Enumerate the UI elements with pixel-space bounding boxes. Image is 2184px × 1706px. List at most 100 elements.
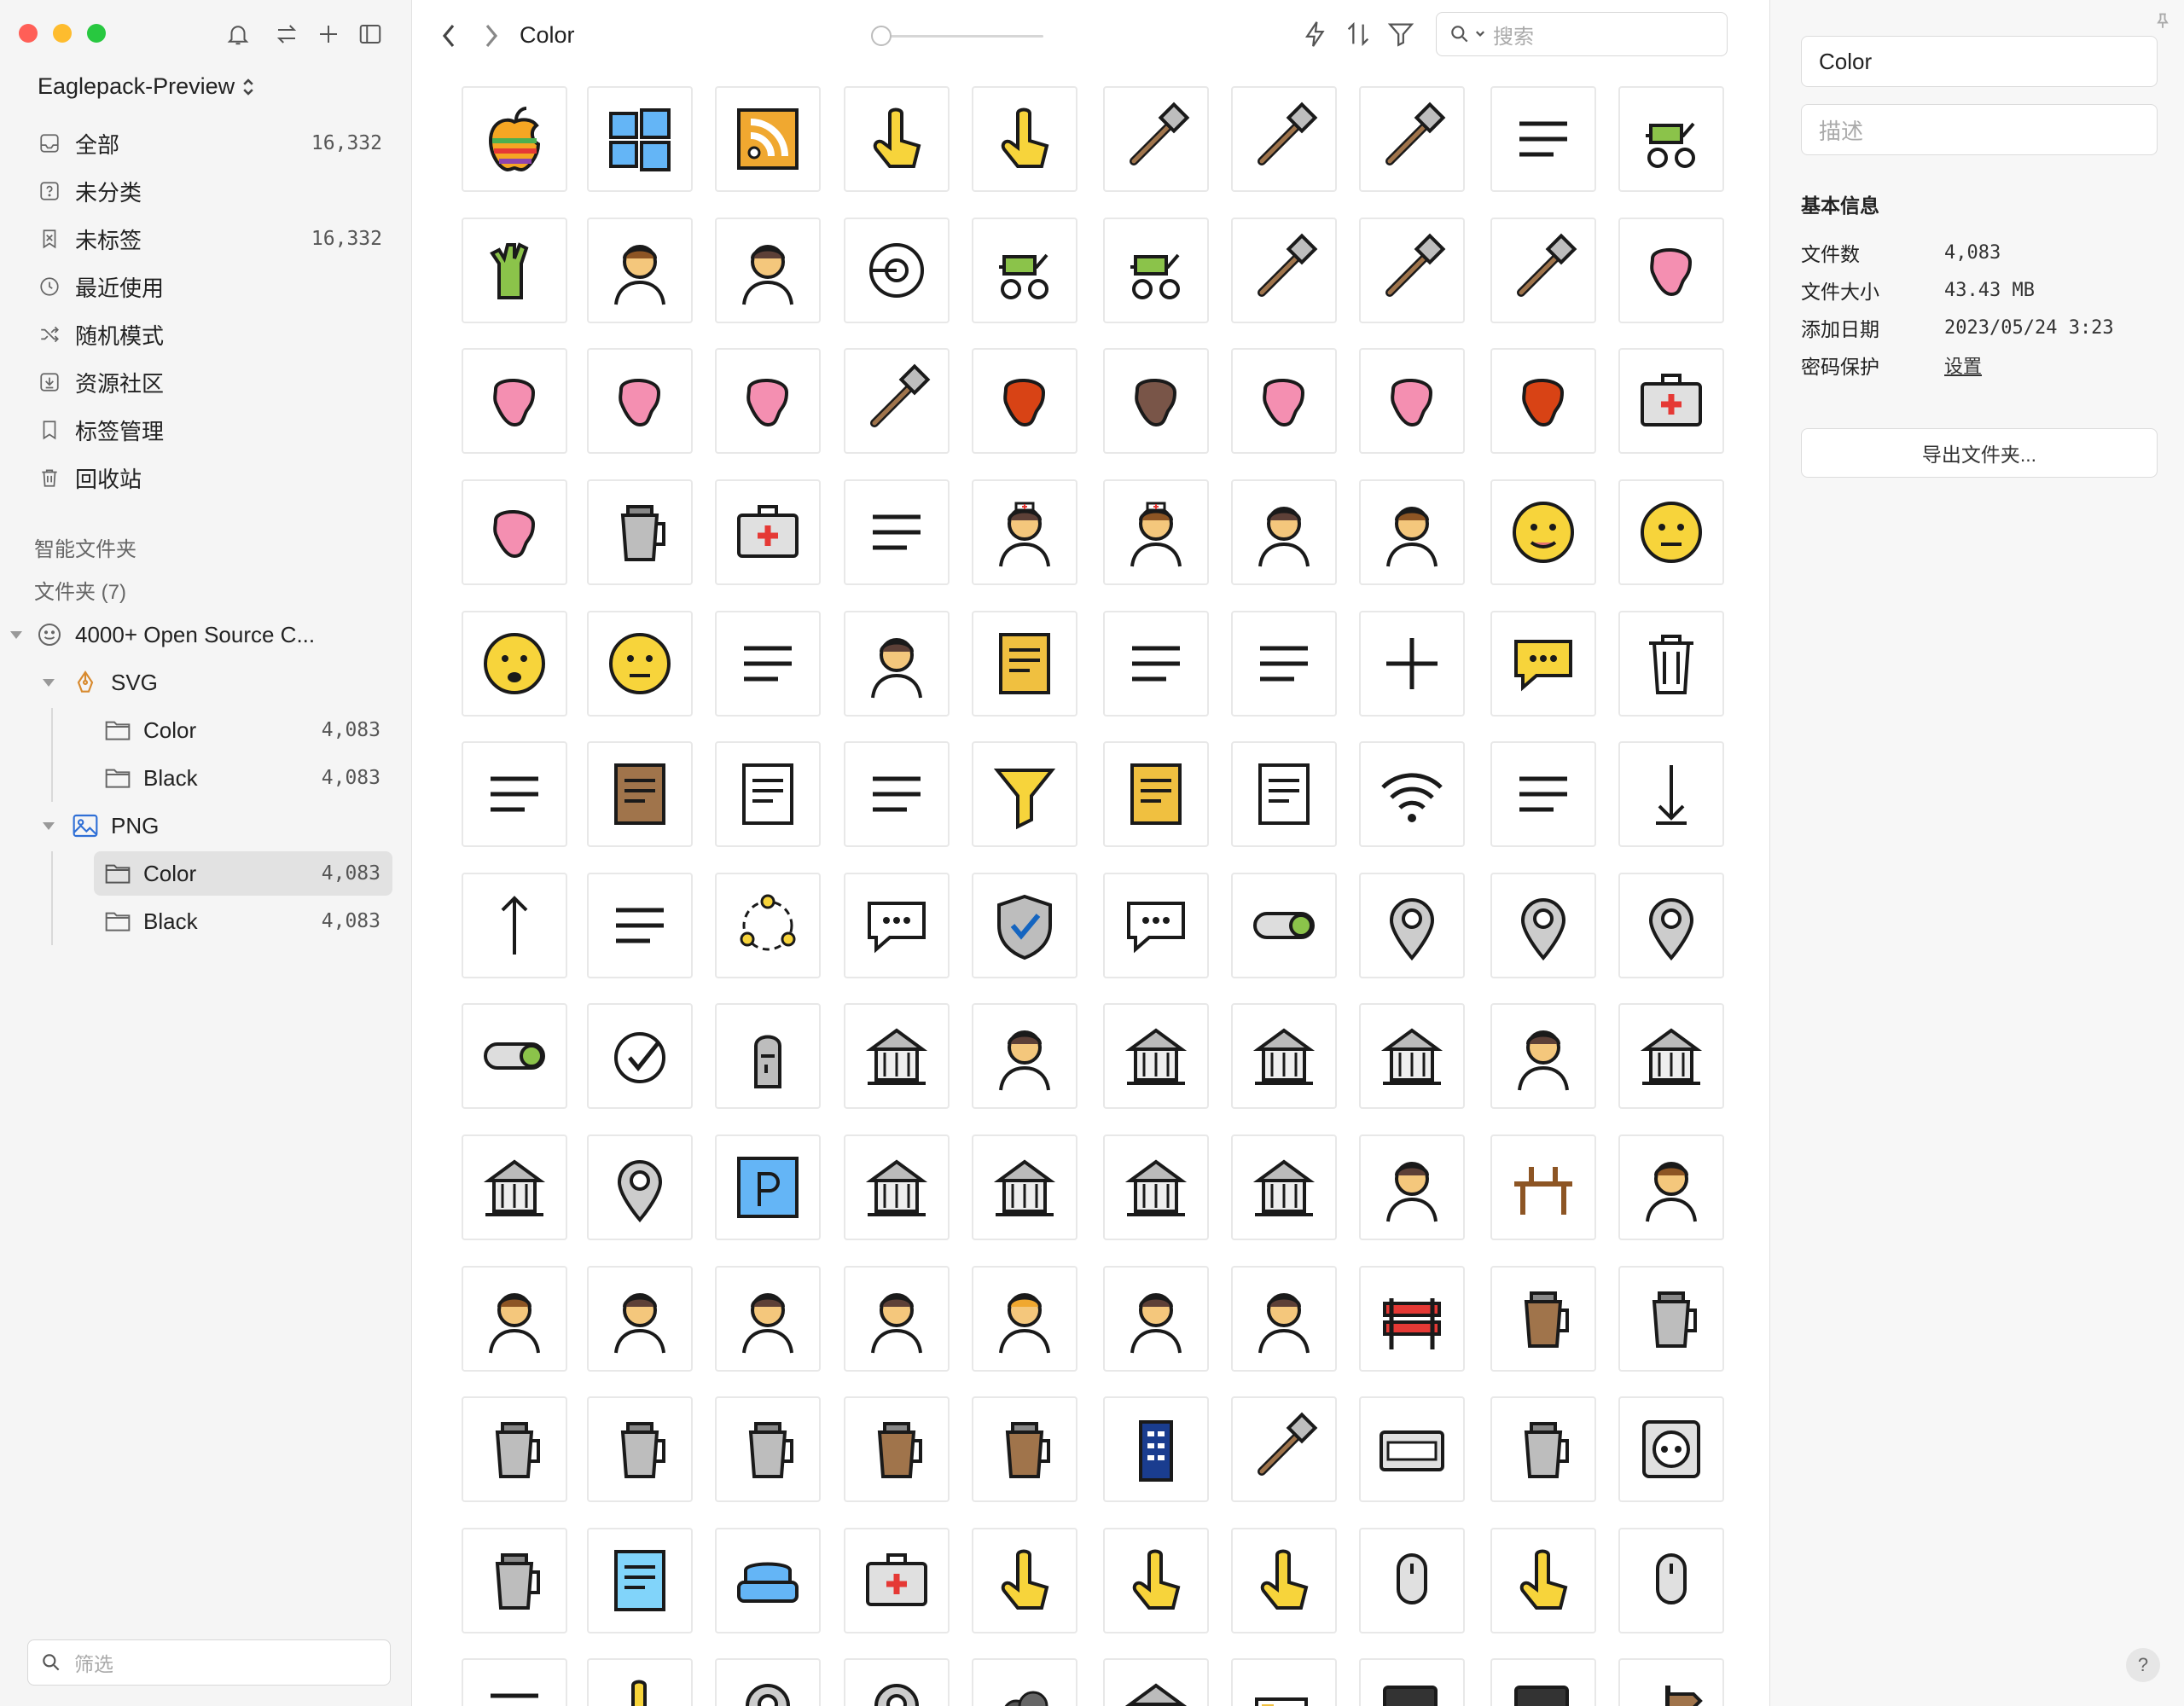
asset-tile[interactable] xyxy=(1231,1134,1337,1240)
asset-tile[interactable] xyxy=(1618,872,1725,978)
asset-tile[interactable] xyxy=(1102,217,1209,323)
asset-tile[interactable] xyxy=(1102,1003,1209,1110)
asset-tile[interactable] xyxy=(843,741,950,848)
asset-tile[interactable] xyxy=(1618,1527,1725,1633)
asset-tile[interactable] xyxy=(1490,1265,1596,1372)
asset-tile[interactable] xyxy=(1359,1527,1466,1633)
asset-tile[interactable] xyxy=(715,1134,822,1240)
asset-tile[interactable] xyxy=(1490,1658,1596,1706)
asset-tile[interactable] xyxy=(1359,348,1466,455)
nav-item-random[interactable]: 随机模式 xyxy=(36,312,382,357)
asset-tile[interactable] xyxy=(843,1527,950,1633)
tree-folder-svg-black[interactable]: Black 4,083 xyxy=(104,756,380,800)
asset-tile[interactable] xyxy=(1102,1396,1209,1503)
zoom-slider-handle[interactable] xyxy=(871,26,892,46)
minimize-window-button[interactable] xyxy=(53,24,72,43)
asset-tile[interactable] xyxy=(1618,217,1725,323)
expand-caret-icon[interactable] xyxy=(43,822,55,830)
lightning-icon[interactable] xyxy=(1301,19,1330,49)
nav-item-trash[interactable]: 回收站 xyxy=(36,456,382,500)
asset-tile[interactable] xyxy=(1359,1265,1466,1372)
asset-tile[interactable] xyxy=(1231,86,1337,193)
password-settings-link[interactable]: 设置 xyxy=(1944,351,1982,379)
asset-tile[interactable] xyxy=(1359,872,1466,978)
asset-tile[interactable] xyxy=(1231,1658,1337,1706)
asset-tile[interactable] xyxy=(1359,610,1466,717)
asset-tile[interactable] xyxy=(843,1003,950,1110)
nav-item-uncategorized[interactable]: 未分类 xyxy=(36,169,382,213)
asset-tile[interactable] xyxy=(1102,479,1209,585)
asset-tile[interactable] xyxy=(586,86,693,193)
asset-tile[interactable] xyxy=(1359,741,1466,848)
asset-tile[interactable] xyxy=(715,741,822,848)
asset-tile[interactable] xyxy=(1102,872,1209,978)
asset-tile[interactable] xyxy=(972,1527,1077,1633)
asset-tile[interactable] xyxy=(715,610,822,717)
nav-item-recent[interactable]: 最近使用 xyxy=(36,264,382,309)
asset-tile[interactable] xyxy=(1231,741,1337,848)
library-switcher[interactable]: Eaglepack-Preview xyxy=(38,73,255,100)
asset-tile[interactable] xyxy=(843,1134,950,1240)
asset-tile[interactable] xyxy=(461,1265,567,1372)
asset-tile[interactable] xyxy=(972,86,1077,193)
asset-tile[interactable] xyxy=(1490,479,1596,585)
asset-tile[interactable] xyxy=(972,1658,1077,1706)
asset-tile[interactable] xyxy=(972,610,1077,717)
add-icon[interactable] xyxy=(311,17,346,51)
asset-tile[interactable] xyxy=(1490,1003,1596,1110)
asset-tile[interactable] xyxy=(1102,610,1209,717)
asset-tile[interactable] xyxy=(586,1134,693,1240)
bell-icon[interactable] xyxy=(221,17,255,51)
pin-icon[interactable] xyxy=(2156,12,2169,29)
asset-tile[interactable] xyxy=(972,872,1077,978)
asset-tile[interactable] xyxy=(461,479,567,585)
asset-tile[interactable] xyxy=(1490,1396,1596,1503)
asset-tile[interactable] xyxy=(1102,1658,1209,1706)
asset-tile[interactable] xyxy=(972,348,1077,455)
asset-tile[interactable] xyxy=(461,1003,567,1110)
asset-tile[interactable] xyxy=(715,86,822,193)
asset-tile[interactable] xyxy=(715,348,822,455)
tree-folder-png-color[interactable]: Color 4,083 xyxy=(94,851,392,896)
zoom-slider-track[interactable] xyxy=(873,35,1043,38)
asset-tile[interactable] xyxy=(1102,1134,1209,1240)
asset-tile[interactable] xyxy=(1231,872,1337,978)
asset-tile[interactable] xyxy=(1490,1527,1596,1633)
asset-tile[interactable] xyxy=(586,741,693,848)
asset-tile[interactable] xyxy=(461,872,567,978)
expand-caret-icon[interactable] xyxy=(10,631,22,639)
asset-tile[interactable] xyxy=(715,479,822,585)
nav-item-tags[interactable]: 标签管理 xyxy=(36,408,382,452)
asset-tile[interactable] xyxy=(843,1265,950,1372)
asset-tile[interactable] xyxy=(972,479,1077,585)
asset-tile[interactable] xyxy=(586,1396,693,1503)
asset-tile[interactable] xyxy=(1102,741,1209,848)
asset-tile[interactable] xyxy=(586,1527,693,1633)
export-folder-button[interactable]: 导出文件夹... xyxy=(1801,428,2158,478)
forward-arrow-icon[interactable] xyxy=(479,22,502,49)
asset-tile[interactable] xyxy=(972,1265,1077,1372)
asset-tile[interactable] xyxy=(972,1134,1077,1240)
asset-tile[interactable] xyxy=(1490,872,1596,978)
asset-tile[interactable] xyxy=(843,86,950,193)
folder-name-input[interactable]: Color xyxy=(1801,36,2158,87)
asset-tile[interactable] xyxy=(1618,1003,1725,1110)
sort-icon[interactable] xyxy=(1344,19,1373,49)
asset-tile[interactable] xyxy=(461,348,567,455)
asset-tile[interactable] xyxy=(1490,348,1596,455)
asset-tile[interactable] xyxy=(461,1396,567,1503)
filter-funnel-icon[interactable] xyxy=(1386,19,1415,49)
nav-item-untagged[interactable]: 未标签 16,332 xyxy=(36,217,382,261)
asset-tile[interactable] xyxy=(715,1527,822,1633)
asset-tile[interactable] xyxy=(1231,610,1337,717)
filter-input[interactable]: 筛选 xyxy=(27,1639,391,1686)
asset-tile[interactable] xyxy=(715,1265,822,1372)
asset-tile[interactable] xyxy=(843,348,950,455)
asset-tile[interactable] xyxy=(1618,610,1725,717)
sync-arrows-icon[interactable] xyxy=(270,17,304,51)
nav-item-all[interactable]: 全部 16,332 xyxy=(36,121,382,165)
expand-caret-icon[interactable] xyxy=(43,679,55,687)
asset-tile[interactable] xyxy=(1359,479,1466,585)
tree-folder-png-black[interactable]: Black 4,083 xyxy=(104,899,380,943)
tree-folder-png[interactable]: PNG xyxy=(72,804,379,848)
